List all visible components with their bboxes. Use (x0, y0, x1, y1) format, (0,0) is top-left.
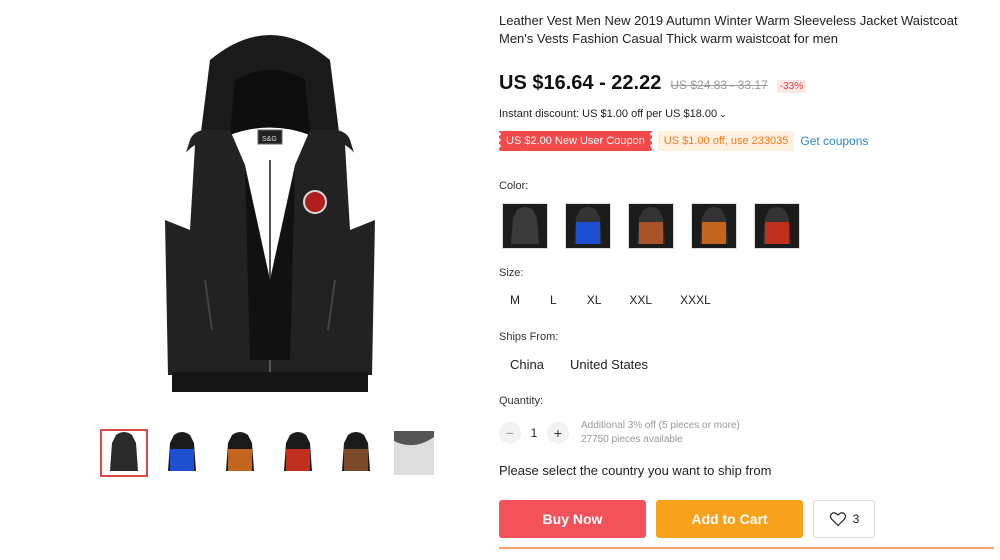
thumbnail-red[interactable] (274, 429, 322, 477)
ships-from-label: Ships From: (499, 331, 559, 343)
thumbnail-brown[interactable] (332, 429, 380, 477)
color-swatches (502, 203, 800, 249)
color-option-brown[interactable] (628, 203, 674, 249)
coupon-row: US $2.00 New User Coupon US $1.00 off, u… (497, 131, 868, 151)
color-option-blue[interactable] (565, 203, 611, 249)
color-option-red[interactable] (754, 203, 800, 249)
color-label: Color: (499, 180, 529, 192)
size-label: Size: (499, 267, 524, 279)
ships-from-options: China United States (499, 357, 659, 372)
thumbnail-detail[interactable] (390, 429, 438, 477)
quantity-value[interactable]: 1 (527, 426, 541, 440)
quantity-increase-button[interactable]: + (547, 422, 569, 444)
ship-country-notice: Please select the country you want to sh… (499, 463, 772, 478)
thumbnail-blue[interactable] (158, 429, 206, 477)
brand-tag: S&G (262, 136, 277, 143)
thumbnail-orange[interactable] (216, 429, 264, 477)
instant-discount-text: Instant discount: US $1.00 off per US $1… (499, 108, 718, 120)
original-price: US $24.83 - 33.17 (670, 78, 768, 92)
action-buttons: Buy Now Add to Cart 3 (499, 500, 875, 538)
instant-discount[interactable]: Instant discount: US $1.00 off per US $1… (499, 108, 727, 120)
quantity-note: Additional 3% off (5 pieces or more) 277… (581, 419, 740, 447)
color-option-black[interactable] (502, 203, 548, 249)
size-options: M L XL XXL XXXL (499, 293, 722, 307)
quantity-stepper: − 1 + Additional 3% off (5 pieces or mor… (499, 419, 740, 447)
discount-badge: -33% (776, 80, 807, 93)
product-title: Leather Vest Men New 2019 Autumn Winter … (499, 13, 958, 46)
current-price: US $16.64 - 22.22 (499, 72, 662, 94)
wishlist-count: 3 (852, 512, 860, 526)
new-user-coupon[interactable]: US $2.00 New User Coupon (497, 131, 654, 151)
bottom-divider (499, 547, 994, 549)
quantity-decrease-button[interactable]: − (499, 422, 521, 444)
buy-now-button[interactable]: Buy Now (499, 500, 646, 538)
heart-icon (829, 512, 846, 527)
ship-option-china[interactable]: China (499, 357, 555, 372)
size-option-xxxl[interactable]: XXXL (669, 293, 722, 307)
add-to-cart-button[interactable]: Add to Cart (656, 500, 803, 538)
bulk-discount-note: Additional 3% off (5 pieces or more) (581, 420, 740, 431)
thumbnail-strip (100, 429, 438, 477)
size-option-l[interactable]: L (539, 293, 568, 307)
store-coupon[interactable]: US $1.00 off, use 233035 (657, 131, 795, 151)
ship-option-united-states[interactable]: United States (559, 357, 659, 372)
get-coupons-link[interactable]: Get coupons (800, 134, 868, 148)
wishlist-button[interactable]: 3 (813, 500, 875, 538)
size-option-xl[interactable]: XL (576, 293, 613, 307)
size-option-xxl[interactable]: XXL (618, 293, 663, 307)
stock-available-note: 27750 pieces available (581, 434, 683, 445)
price-row: US $16.64 - 22.22 US $24.83 - 33.17 -33% (499, 72, 807, 95)
chevron-down-icon: ⌄ (719, 109, 727, 119)
thumbnail-black[interactable] (100, 429, 148, 477)
quantity-label: Quantity: (499, 395, 544, 407)
color-option-orange[interactable] (691, 203, 737, 249)
size-option-m[interactable]: M (499, 293, 531, 307)
main-product-image[interactable] (150, 20, 390, 410)
